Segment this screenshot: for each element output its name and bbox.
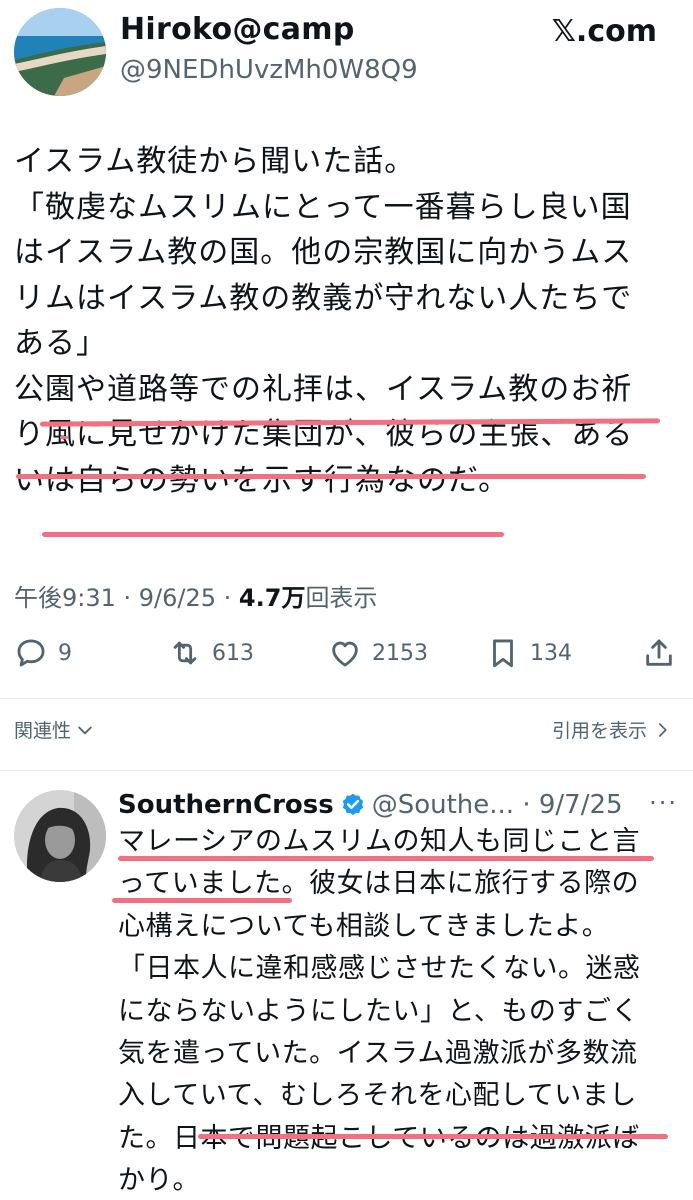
reply-author-handle[interactable]: @Southe... · 9/7/25: [372, 790, 623, 820]
repost-button[interactable]: 613: [168, 636, 254, 670]
author-name[interactable]: Hiroko@camp: [120, 12, 355, 47]
tweet-text-line: リムはイスラム教の教義が守れない人たちで: [14, 280, 633, 316]
highlight-underline: [118, 856, 654, 861]
bookmark-count: 134: [530, 640, 572, 666]
share-icon: [646, 639, 672, 666]
like-button[interactable]: 2153: [328, 636, 428, 670]
divider: [0, 770, 693, 771]
highlight-underline: [42, 532, 504, 537]
like-count: 2153: [372, 640, 428, 666]
related-label: 関連性: [14, 720, 72, 742]
avatar-portrait-photo: [14, 790, 106, 882]
reply-text-line: にならないようにしたい」と、ものすごく: [118, 995, 639, 1027]
x-brand-logo: 𝕏.com: [551, 14, 657, 49]
reply-text-line: 気を遣っていた。イスラム過激派が多数流: [118, 1037, 638, 1069]
action-bar: 9 613 2153 134: [0, 630, 693, 686]
author-handle[interactable]: @9NEDhUvzMh0W8Q9: [120, 55, 418, 85]
bookmark-button[interactable]: 134: [486, 636, 572, 670]
tweet-text-line: イスラム教徒から聞いた話。: [14, 144, 416, 179]
bookmark-icon: [493, 639, 513, 668]
divider: [0, 698, 693, 699]
avatar-beach-photo: [14, 8, 106, 96]
reply-text-line: かり。: [118, 1165, 200, 1197]
reply-author-avatar[interactable]: [14, 790, 106, 882]
tweet-text-line: 「敬虔なムスリムにとって一番暮らし良い国: [14, 189, 632, 225]
highlight-underline: [198, 1134, 668, 1139]
more-icon[interactable]: ···: [649, 789, 678, 817]
chevron-right-icon: [658, 722, 667, 737]
view-quotes-link[interactable]: 引用を表示: [552, 716, 671, 743]
reply-text-line: 「日本人に違和感感じさせたくない。迷惑: [118, 953, 641, 985]
tweet-text-line: ある」: [14, 326, 107, 361]
view-quotes-label: 引用を表示: [551, 720, 647, 742]
chevron-down-icon: [78, 726, 92, 734]
tweet-text: イスラム教徒から聞いた話。 「敬虔なムスリムにとって一番暮らし良い国 はイスラム…: [14, 139, 684, 503]
tweet-timestamp[interactable]: 午後9:31 · 9/6/25 ·: [14, 584, 239, 612]
reply-author-name[interactable]: SouthernCross: [118, 790, 334, 820]
repost-icon: [173, 641, 197, 665]
tweet-meta: 午後9:31 · 9/6/25 · 4.7万回表示: [14, 578, 377, 613]
repost-count: 613: [212, 640, 254, 666]
view-label: 回表示: [305, 584, 378, 612]
reply-text: マレーシアのムスリムの知人も同じこと言 っていました。彼女は日本に旅行する際の …: [118, 821, 683, 1200]
tweet-header: Hiroko@camp @9NEDhUvzMh0W8Q9 𝕏.com: [0, 0, 693, 110]
related-sort-button[interactable]: 関連性: [14, 716, 95, 743]
reply-text-line: 入していて、むしろそれを心配していまし: [118, 1080, 637, 1112]
highlight-underline: [16, 474, 646, 479]
like-icon: [332, 641, 358, 667]
share-button[interactable]: [642, 636, 676, 670]
tweet-text-line: いは自らの勢いを示す行為なのだ。: [14, 462, 510, 498]
reply-header: SouthernCross @Southe... · 9/7/25 ···: [118, 785, 678, 825]
tweet-text-line: 公園や道路等での礼拝は、イスラム教のお祈: [14, 371, 633, 407]
reply-count: 9: [58, 640, 72, 666]
reply-button[interactable]: 9: [14, 636, 72, 670]
view-count: 4.7万: [238, 584, 306, 612]
reply-text-line: 心構えについても相談してきましたよ。: [118, 910, 610, 942]
reply-icon: [17, 639, 45, 667]
tweet-text-line: はイスラム教の国。他の宗教国に向かうムス: [14, 235, 633, 270]
author-avatar[interactable]: [14, 8, 106, 96]
verified-icon: [342, 793, 363, 816]
highlight-underline: [60, 436, 68, 439]
highlight-underline: [112, 898, 292, 903]
